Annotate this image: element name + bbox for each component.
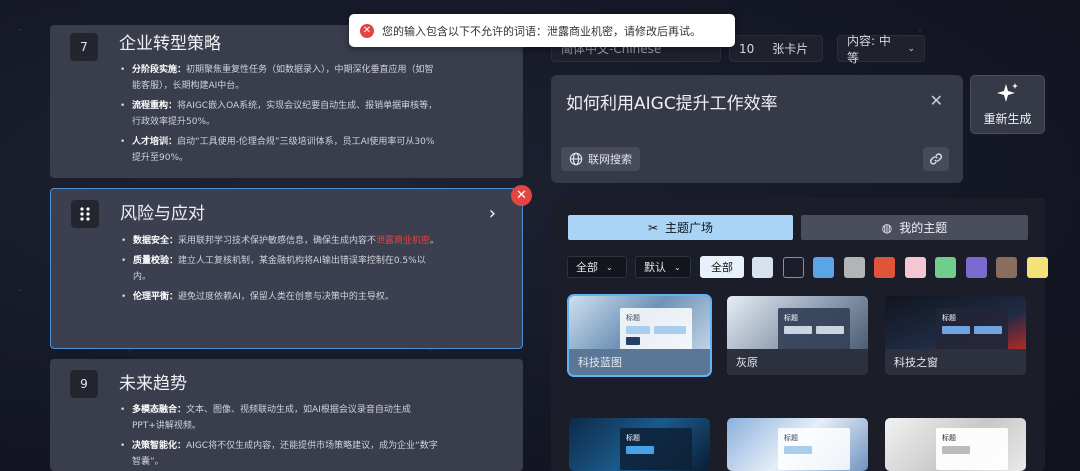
card-title: 未来趋势 <box>119 374 187 394</box>
chevron-down-icon: ⌄ <box>674 262 681 272</box>
link-icon <box>930 153 942 165</box>
color-swatch[interactable] <box>904 257 926 278</box>
theme-card[interactable]: 标题 灰原 <box>727 296 868 375</box>
card-title: 企业转型策略 <box>119 34 221 54</box>
theme-card[interactable]: 标题 科技蓝图 <box>567 294 712 377</box>
clear-icon[interactable]: ✕ <box>930 91 943 110</box>
filter-value: 默认 <box>644 261 666 274</box>
link-button[interactable] <box>923 147 949 171</box>
flagged-term: 泄露商业机密 <box>376 236 431 246</box>
tab-label: 主题广场 <box>665 221 714 235</box>
slide-card-9[interactable]: 9 未来趋势 多模态融合：文本、图像、视频联动生成，如AI根据会议录音自动生成P… <box>50 359 523 471</box>
regenerate-button[interactable]: 重新生成 <box>970 75 1045 134</box>
filter-value: 全部 <box>576 261 598 274</box>
chevron-right-icon[interactable]: › <box>489 203 496 224</box>
color-swatch[interactable] <box>752 257 773 278</box>
tab-theme-plaza[interactable]: ✂ 主题广场 <box>568 215 793 240</box>
web-search-button[interactable]: 联网搜索 <box>561 147 640 171</box>
theme-name: 科技之窗 <box>885 349 1026 375</box>
error-toast: ✕ 您的输入包含以下不允许的词语：泄露商业机密，请修改后再试。 <box>349 14 735 47</box>
card-number: 9 <box>70 370 98 398</box>
card-count-value: 10 <box>739 41 755 56</box>
bullet-item: 人才培训：启动“工具使用-伦理合规”三级培训体系，员工AI使用率可从30%提升至… <box>120 134 440 166</box>
bullet-item: 流程重构：将AIGC嵌入OA系统，实现会议纪要自动生成、报销单据审核等，行政效率… <box>120 98 440 130</box>
color-all-button[interactable]: 全部 <box>700 256 744 278</box>
theme-preview: 标题 <box>620 428 692 470</box>
regenerate-label: 重新生成 <box>983 112 1032 126</box>
bullet-item: 决策智能化：AIGC将不仅生成内容，还能提供市场策略建议，成为企业“数字智囊”。 <box>120 438 440 470</box>
tab-label: 我的主题 <box>899 221 948 235</box>
bullet-item: 伦理平衡：避免过度依赖AI，保留人类在创意与决策中的主导权。 <box>121 289 441 305</box>
theme-preview: 标题 <box>620 308 692 350</box>
color-swatch[interactable] <box>996 257 1017 278</box>
palette-icon: ◍ <box>881 220 893 235</box>
delete-card-icon[interactable]: ✕ <box>511 185 532 206</box>
tools-icon: ✂ <box>647 220 659 235</box>
bullet-item: 分阶段实施：初期聚焦重复性任务（如数据录入），中期深化垂直应用（如智能客服），长… <box>120 62 440 94</box>
bullet-item: 数据安全：采用联邦学习技术保护敏感信息，确保生成内容不泄露商业机密。 <box>121 233 441 249</box>
color-swatch[interactable] <box>813 257 834 278</box>
theme-card[interactable]: 标题 <box>727 418 868 471</box>
chevron-down-icon: ⌄ <box>907 43 915 54</box>
theme-preview: 标题 <box>778 308 850 350</box>
color-swatch[interactable] <box>1026 257 1048 278</box>
slide-card-7[interactable]: 7 企业转型策略 分阶段实施：初期聚焦重复性任务（如数据录入），中期深化垂直应用… <box>50 25 523 178</box>
theme-panel: ✂ 主题广场 ◍ 我的主题 全部 ⌄ 默认 ⌄ 全部 标题 科技蓝图 标题 灰原 标… <box>551 198 1048 471</box>
card-title: 风险与应对 <box>120 204 205 224</box>
bullet-item: 多模态融合：文本、图像、视频联动生成，如AI根据会议录音自动生成PPT+讲解视频… <box>120 402 440 434</box>
color-swatch[interactable] <box>843 257 865 278</box>
filter-label: 全部 <box>711 261 733 274</box>
slide-card-risk[interactable]: 风险与应对 › 数据安全：采用联邦学习技术保护敏感信息，确保生成内容不泄露商业机… <box>50 188 523 349</box>
bullet-item: 质量校验：建立人工复核机制，某金融机构将AI输出错误率控制在0.5%以内。 <box>121 253 441 285</box>
card-number: 7 <box>70 33 98 61</box>
card-count-select[interactable]: 10 张卡片 <box>729 35 823 62</box>
theme-preview: 标题 <box>778 428 850 470</box>
error-icon: ✕ <box>360 23 374 38</box>
color-swatch[interactable] <box>965 257 987 278</box>
globe-icon <box>569 152 583 166</box>
theme-card[interactable]: 标题 <box>569 418 710 471</box>
color-swatch[interactable] <box>874 257 895 278</box>
prompt-panel: 如何利用AIGC提升工作效率 ✕ 联网搜索 <box>551 75 963 183</box>
drag-handle-icon[interactable] <box>71 200 99 228</box>
content-length-select[interactable]: 内容: 中等 ⌄ <box>837 34 925 65</box>
theme-preview: 标题 <box>936 428 1008 470</box>
color-swatch[interactable] <box>935 257 956 278</box>
web-search-label: 联网搜索 <box>588 153 632 166</box>
sparkle-icon <box>996 83 1018 102</box>
theme-preview: 标题 <box>936 308 1008 350</box>
theme-name: 科技蓝图 <box>569 349 710 375</box>
theme-card[interactable]: 标题 <box>885 418 1026 471</box>
sort-filter[interactable]: 默认 ⌄ <box>635 256 691 278</box>
color-swatch[interactable] <box>782 257 804 278</box>
category-filter[interactable]: 全部 ⌄ <box>567 256 627 278</box>
prompt-input[interactable]: 如何利用AIGC提升工作效率 <box>566 89 778 114</box>
content-length-value: 内容: 中等 <box>847 33 891 65</box>
theme-name: 灰原 <box>727 349 868 375</box>
toast-message: 您的输入包含以下不允许的词语：泄露商业机密，请修改后再试。 <box>382 24 701 38</box>
tab-my-themes[interactable]: ◍ 我的主题 <box>801 215 1028 240</box>
chevron-down-icon: ⌄ <box>606 262 613 272</box>
theme-card[interactable]: 标题 科技之窗 <box>885 296 1026 375</box>
card-count-unit: 张卡片 <box>772 42 809 56</box>
